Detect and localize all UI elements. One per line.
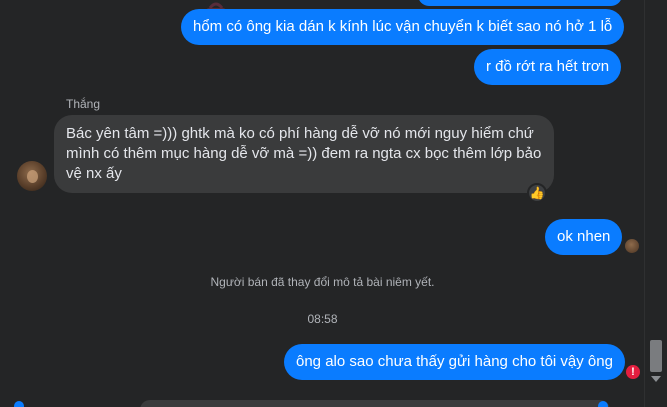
chat-thread: hổm có ông kia dán k kính lúc vận chuyển…: [0, 0, 645, 407]
system-note: Người bán đã thay đổi mô tả bài niêm yết…: [210, 275, 435, 289]
outgoing-message[interactable]: ok nhen: [545, 219, 623, 255]
outgoing-message[interactable]: r đồ rớt ra hết trơn: [474, 49, 622, 85]
message-text: hổm có ông kia dán k kính lúc vận chuyển…: [193, 18, 613, 35]
message-text: ok nhen: [557, 228, 611, 245]
scroll-down-icon[interactable]: [651, 376, 661, 382]
avatar-face: [27, 170, 38, 183]
outgoing-message[interactable]: hổm có ông kia dán k kính lúc vận chuyển…: [181, 9, 625, 45]
outgoing-message[interactable]: ông alo sao chưa thấy gửi hàng cho tôi v…: [284, 344, 625, 380]
message-text: ông alo sao chưa thấy gửi hàng cho tôi v…: [296, 353, 613, 370]
thumbs-up-icon[interactable]: 👍: [527, 183, 547, 203]
scrollbar[interactable]: [644, 0, 667, 407]
message-input[interactable]: [140, 400, 610, 407]
seen-avatar: [625, 239, 639, 253]
error-icon[interactable]: !: [626, 365, 640, 379]
avatar[interactable]: [17, 161, 47, 191]
message-text: r đồ rớt ra hết trơn: [486, 58, 610, 75]
emoji-icon[interactable]: [598, 401, 608, 407]
scrollbar-thumb[interactable]: [650, 340, 662, 372]
timestamp: 08:58: [307, 312, 338, 326]
incoming-message[interactable]: Bác yên tâm =))) ghtk mà ko có phí hàng …: [54, 115, 554, 193]
message-text: Bác yên tâm =))) ghtk mà ko có phí hàng …: [66, 125, 542, 182]
sender-name: Thắng: [66, 97, 101, 111]
previous-message-bubble[interactable]: [418, 0, 622, 6]
add-icon[interactable]: [14, 401, 24, 407]
